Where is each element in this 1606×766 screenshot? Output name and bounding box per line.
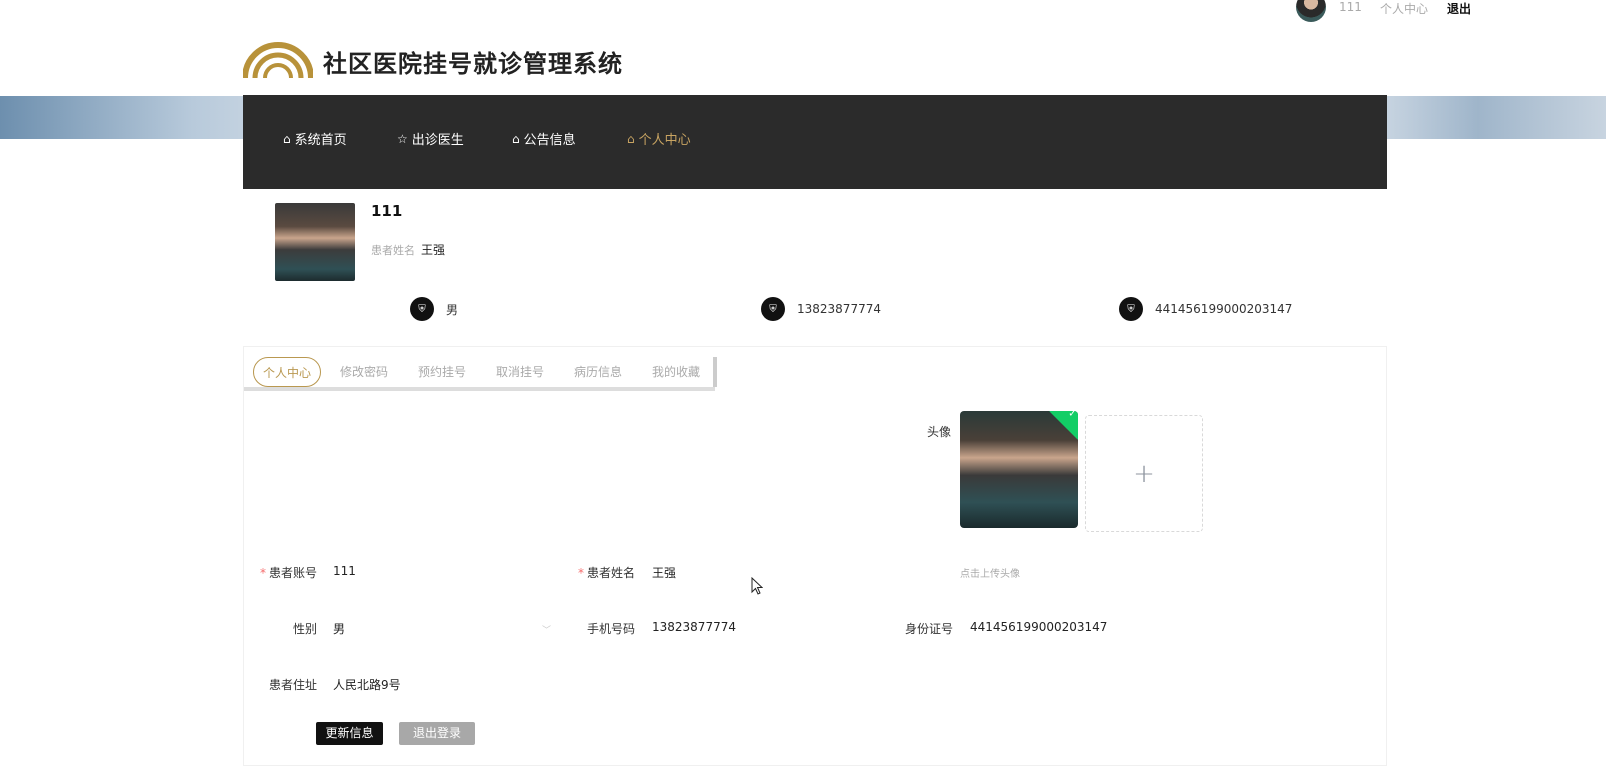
- nav-item-notices[interactable]: ⌂ 公告信息: [512, 129, 576, 149]
- tab-scrollbar[interactable]: [713, 357, 717, 387]
- avatar-label: 头像: [927, 425, 952, 439]
- info-gender: ⛨ 男: [410, 297, 458, 321]
- phone-field[interactable]: 13823877774: [652, 620, 736, 634]
- shield-icon: ⛨: [410, 297, 434, 321]
- top-bar: 111 个人中心 退出: [0, 0, 1606, 22]
- shield-icon: ⛨: [761, 297, 785, 321]
- account-label: * 患者账号: [259, 566, 317, 580]
- profile-name: 111: [371, 202, 403, 220]
- account-field[interactable]: 111: [333, 564, 356, 578]
- main-nav: ⌂ 系统首页 ☆ 出诊医生 ⌂ 公告信息 ⌂ 个人中心: [243, 95, 1387, 189]
- tab-medical-records[interactable]: 病历信息: [565, 357, 631, 387]
- home-icon: ⌂: [627, 131, 635, 146]
- logout-link[interactable]: 退出: [1447, 0, 1471, 17]
- tab-bar: 个人中心 修改密码 预约挂号 取消挂号 病历信息 我的收藏: [244, 357, 715, 391]
- phone-label: 手机号码: [586, 622, 635, 636]
- uploaded-avatar[interactable]: ✓: [960, 411, 1078, 528]
- personal-center-link[interactable]: 个人中心: [1380, 0, 1428, 17]
- tab-personal-center[interactable]: 个人中心: [253, 357, 322, 387]
- profile-name-value: 王强: [421, 243, 446, 257]
- patient-name-field[interactable]: 王强: [652, 564, 676, 581]
- gender-select[interactable]: 男: [333, 620, 345, 637]
- nav-item-personal-center[interactable]: ⌂ 个人中心: [627, 129, 691, 149]
- tab-favorites[interactable]: 我的收藏: [643, 357, 709, 387]
- star-icon: ☆: [397, 131, 408, 146]
- upload-avatar-button[interactable]: +: [1085, 415, 1203, 532]
- info-id: ⛨ 441456199000203147: [1119, 297, 1292, 321]
- check-icon: ✓: [1049, 411, 1078, 440]
- home-icon: ⌂: [283, 131, 291, 146]
- shield-icon: ⛨: [1119, 297, 1143, 321]
- info-phone: ⛨ 13823877774: [761, 297, 881, 321]
- upload-tip: 点击上传头像: [960, 569, 1020, 580]
- cursor-icon: [751, 577, 763, 595]
- logo-icon: [243, 42, 313, 78]
- gender-label: 性别: [292, 622, 317, 636]
- nav-item-doctors[interactable]: ☆ 出诊医生: [397, 129, 464, 149]
- tab-change-password[interactable]: 修改密码: [331, 357, 397, 387]
- profile-name-label: 患者姓名: [371, 244, 415, 257]
- top-username: 111: [1339, 0, 1362, 14]
- profile-avatar: [275, 203, 355, 281]
- update-info-button[interactable]: 更新信息: [316, 722, 383, 745]
- nav-item-label: 公告信息: [523, 133, 576, 148]
- logout-button[interactable]: 退出登录: [399, 722, 475, 745]
- nav-item-label: 个人中心: [638, 133, 691, 148]
- nav-item-home[interactable]: ⌂ 系统首页: [283, 129, 347, 149]
- chevron-down-icon[interactable]: ﹀: [542, 623, 551, 636]
- info-id-value: 441456199000203147: [1155, 302, 1293, 316]
- tab-cancel-appointment[interactable]: 取消挂号: [487, 357, 553, 387]
- avatar[interactable]: [1296, 0, 1326, 22]
- bag-icon: ⌂: [512, 131, 520, 146]
- info-gender-value: 男: [446, 302, 459, 317]
- id-number-field[interactable]: 441456199000203147: [970, 620, 1107, 634]
- address-label: 患者住址: [268, 678, 317, 692]
- nav-item-label: 出诊医生: [411, 133, 464, 148]
- tab-book-appointment[interactable]: 预约挂号: [409, 357, 475, 387]
- id-number-label: 身份证号: [904, 622, 953, 636]
- patient-name-label: * 患者姓名: [577, 566, 635, 580]
- info-phone-value: 13823877774: [797, 302, 881, 316]
- site-title: 社区医院挂号就诊管理系统: [323, 50, 623, 78]
- profile-panel: 个人中心 修改密码 预约挂号 取消挂号 病历信息 我的收藏: [243, 346, 1387, 766]
- address-field[interactable]: 人民北路9号: [333, 676, 401, 693]
- nav-item-label: 系统首页: [294, 133, 347, 148]
